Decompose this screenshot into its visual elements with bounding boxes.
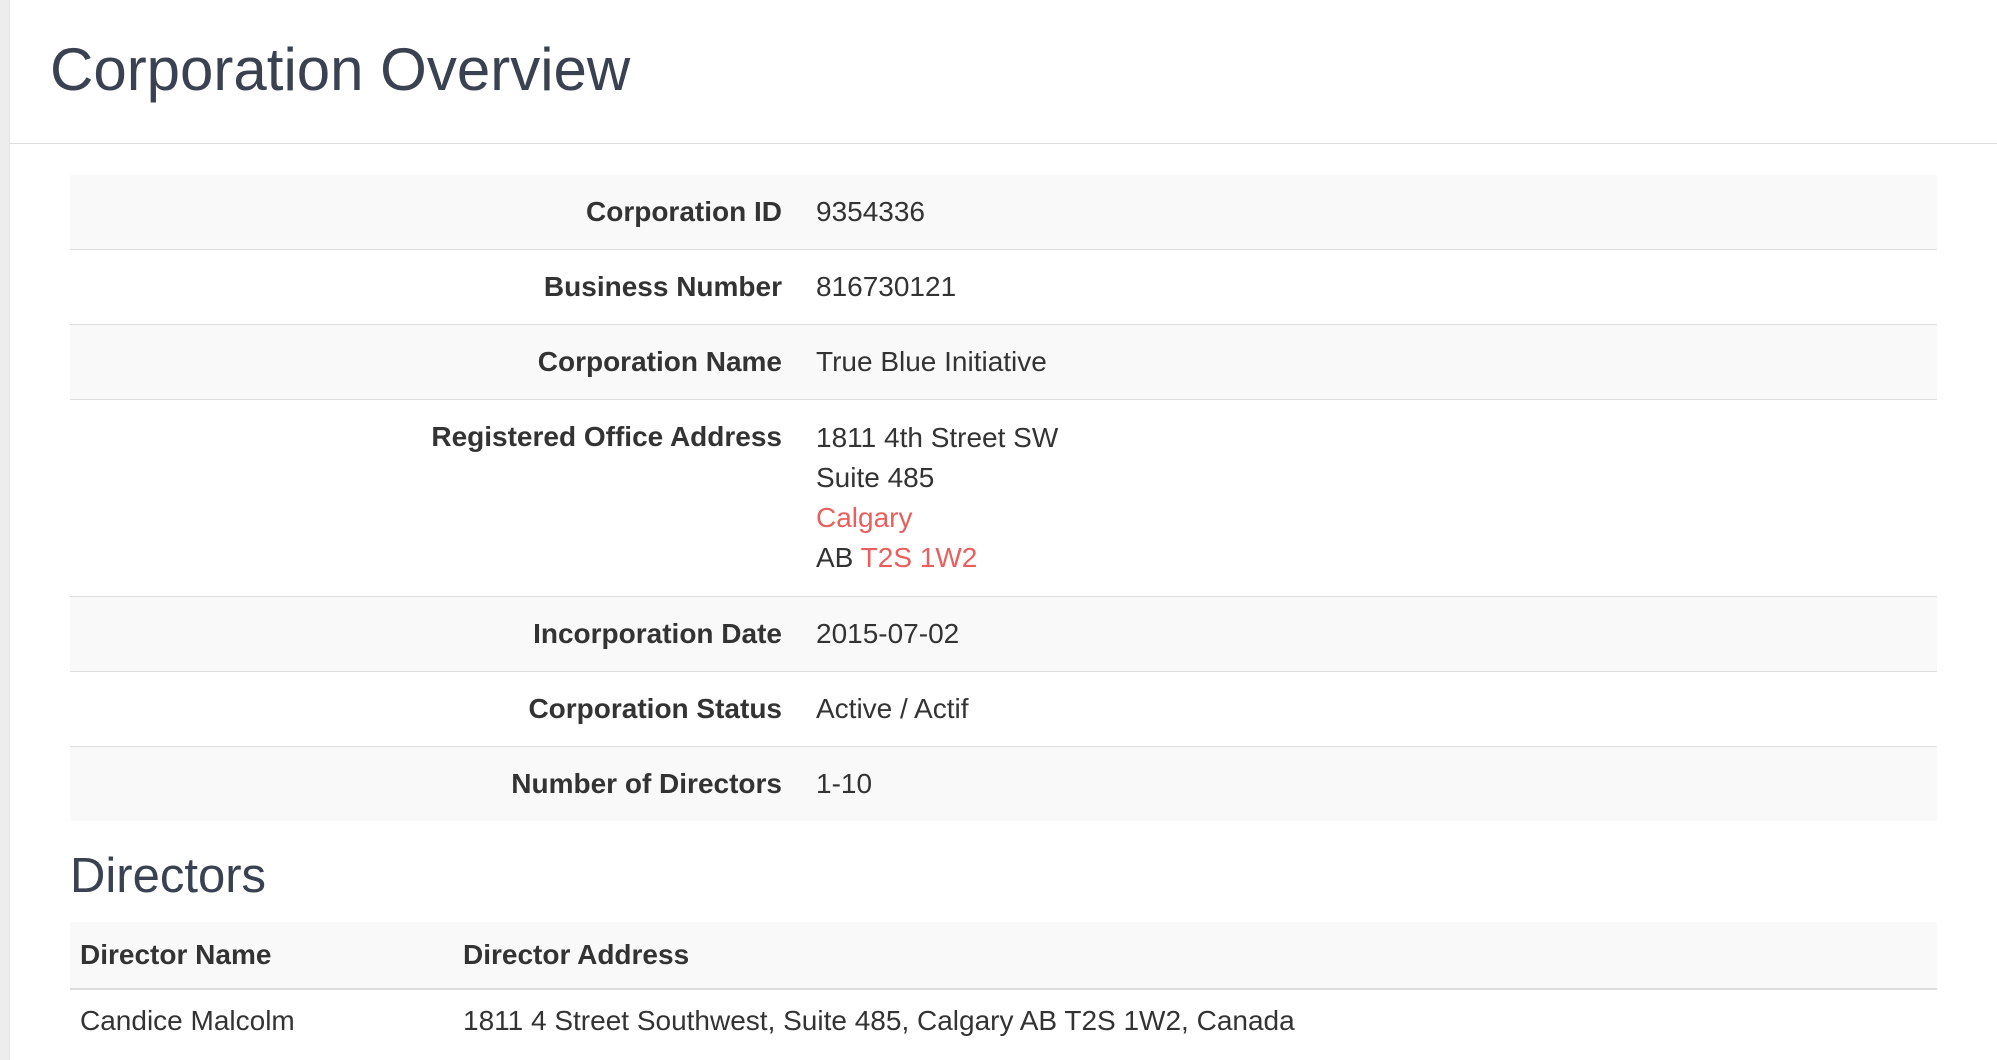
corporation-id-row: Corporation ID 9354336 bbox=[70, 175, 1937, 250]
address-city-link[interactable]: Calgary bbox=[816, 502, 912, 533]
directors-heading: Directors bbox=[70, 849, 267, 903]
corporation-status-label: Corporation Status bbox=[528, 693, 782, 724]
corporation-name-row: Corporation Name True Blue Initiative bbox=[70, 324, 1937, 400]
director-name-cell: Candice Malcolm bbox=[80, 1005, 295, 1036]
incorporation-date-row: Incorporation Date 2015-07-02 bbox=[70, 596, 1937, 672]
table-row: Candice Malcolm 1811 4 Street Southwest,… bbox=[70, 989, 1937, 1052]
page-header: Corporation Overview bbox=[10, 0, 1997, 144]
incorporation-date-value: 2015-07-02 bbox=[816, 618, 960, 649]
business-number-row: Business Number 816730121 bbox=[70, 250, 1937, 325]
number-of-directors-value: 1-10 bbox=[816, 768, 873, 799]
director-address-cell: 1811 4 Street Southwest, Suite 485, Calg… bbox=[463, 1005, 1295, 1036]
corporation-name-value: True Blue Initiative bbox=[816, 346, 1047, 377]
directors-table-header: Director Name Director Address bbox=[70, 922, 1937, 989]
registered-office-address-value: 1811 4th Street SW Suite 485 Calgary AB … bbox=[816, 400, 1937, 597]
corporation-overview-table: Corporation ID 9354336 Business Number 8… bbox=[70, 175, 1937, 821]
address-province-postal-line: AB T2S 1W2 bbox=[816, 538, 1937, 578]
page: Corporation Overview Corporation ID 9354… bbox=[0, 0, 1997, 1060]
registered-office-address-label: Registered Office Address bbox=[431, 421, 782, 452]
address-line-1: 1811 4th Street SW bbox=[816, 422, 1059, 453]
business-number-label: Business Number bbox=[543, 271, 782, 302]
corporation-status-value: Active / Actif bbox=[816, 693, 969, 724]
page-title: Corporation Overview bbox=[50, 36, 631, 103]
director-name-column-header: Director Name bbox=[80, 939, 272, 970]
incorporation-date-label: Incorporation Date bbox=[533, 618, 782, 649]
corporation-id-value: 9354336 bbox=[816, 196, 926, 227]
registered-office-address-row: Registered Office Address 1811 4th Stree… bbox=[70, 400, 1937, 597]
number-of-directors-label: Number of Directors bbox=[511, 768, 782, 799]
corporation-name-label: Corporation Name bbox=[537, 346, 782, 377]
address-city-line: Calgary bbox=[816, 498, 1937, 538]
corporation-id-label: Corporation ID bbox=[586, 196, 782, 227]
address-postal-code-link[interactable]: T2S 1W2 bbox=[861, 542, 978, 573]
corporation-status-row: Corporation Status Active / Actif bbox=[70, 672, 1937, 747]
address-province: AB bbox=[816, 542, 854, 573]
address-line-2: Suite 485 bbox=[816, 462, 935, 493]
directors-table: Director Name Director Address Candice M… bbox=[70, 922, 1937, 1052]
director-address-column-header: Director Address bbox=[463, 939, 690, 970]
left-rail bbox=[0, 0, 10, 1060]
number-of-directors-row: Number of Directors 1-10 bbox=[70, 746, 1937, 821]
business-number-value: 816730121 bbox=[816, 271, 957, 302]
